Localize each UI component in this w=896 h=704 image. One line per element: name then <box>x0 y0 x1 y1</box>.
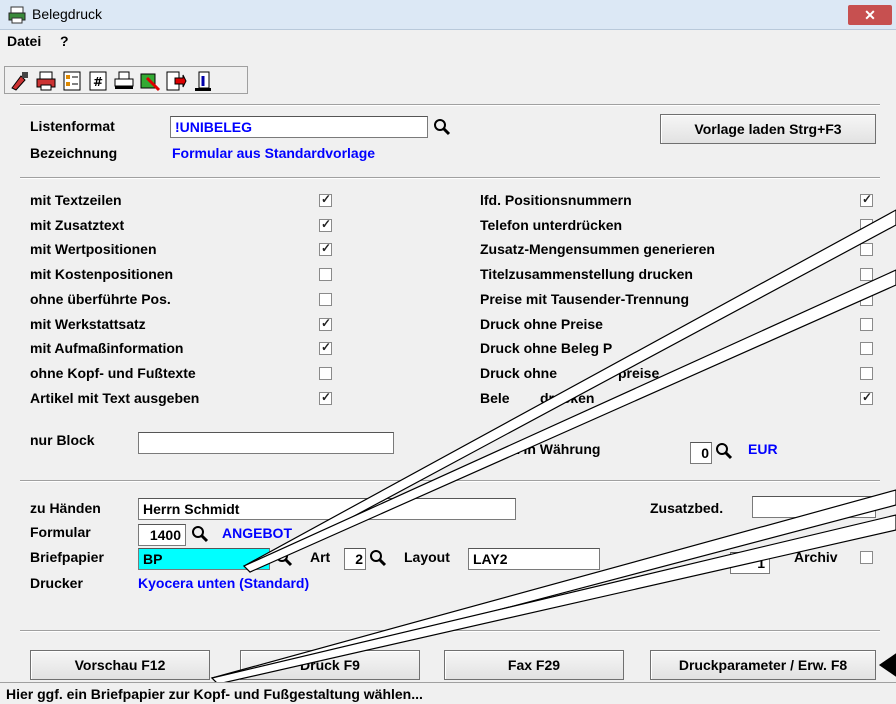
search-icon[interactable] <box>432 117 452 137</box>
right-option-label: Preise mit Tausender-Trennung <box>480 290 690 307</box>
fax-button[interactable]: Fax F29 <box>444 650 624 680</box>
printer-setup-icon[interactable] <box>113 70 135 92</box>
formular-label: Formular <box>30 524 91 540</box>
search-icon[interactable] <box>714 441 734 461</box>
right-option-label: Bele <box>480 389 510 406</box>
right-option-checkbox[interactable] <box>860 366 873 380</box>
export-icon[interactable] <box>165 70 187 92</box>
right-option-label: Druck ohne <box>480 364 558 381</box>
toolbar: # <box>4 66 248 94</box>
left-option-checkbox[interactable] <box>319 366 332 380</box>
right-option-checkbox[interactable] <box>860 192 873 207</box>
menu-help[interactable]: ? <box>60 33 69 49</box>
right-option-label-tail: drucken <box>540 389 595 406</box>
separator <box>20 630 880 632</box>
menu-datei[interactable]: Datei <box>7 33 41 49</box>
status-text: Hier ggf. ein Briefpapier zur Kopf- und … <box>6 686 423 702</box>
right-option-label-tail: preise <box>618 364 660 381</box>
left-option-checkbox[interactable] <box>319 292 332 306</box>
mail-icon[interactable] <box>139 70 161 92</box>
tools-icon[interactable] <box>9 70 31 92</box>
bezeichnung-value: Formular aus Standardvorlage <box>172 145 376 161</box>
separator <box>20 177 880 179</box>
right-option-label: Titelzusammenstellung drucken <box>480 266 693 283</box>
bezeichnung-label: Bezeichnung <box>30 145 118 161</box>
zu-haenden-input[interactable]: Herrn Schmidt <box>138 498 516 520</box>
waehrung-label: ck in Währung <box>504 441 601 457</box>
search-icon[interactable] <box>190 524 210 544</box>
title-bar <box>0 0 896 30</box>
numbering-icon[interactable] <box>61 70 83 92</box>
left-option-label: mit Aufmaßinformation <box>30 340 184 357</box>
right-option-label: Druck ohne Beleg P <box>480 340 613 357</box>
right-option-checkbox[interactable] <box>860 218 873 232</box>
listenformat-input[interactable]: !UNIBELEG <box>170 116 428 138</box>
hash-document-icon[interactable]: # <box>87 70 109 92</box>
search-icon[interactable] <box>274 548 294 568</box>
left-option-checkbox[interactable] <box>319 217 332 232</box>
left-option-label: ohne überführte Pos. <box>30 290 171 307</box>
nur-block-input[interactable] <box>138 432 394 454</box>
archiv-checkbox[interactable] <box>860 551 873 564</box>
art-input[interactable]: 2 <box>344 548 366 570</box>
right-option-label: Zusatz-Mengensummen generieren <box>480 241 715 258</box>
svg-text:#: # <box>93 75 103 89</box>
copies-input[interactable]: 1 <box>730 552 770 574</box>
listenformat-label: Listenformat <box>30 118 115 134</box>
left-option-label: mit Werkstattsatz <box>30 315 146 332</box>
druckparameter-button[interactable]: Druckparameter / Erw. F8 <box>650 650 876 680</box>
left-option-label: mit Zusatztext <box>30 216 125 233</box>
waehrung-input[interactable]: 0 <box>690 442 712 464</box>
formular-desc: ANGEBOT <box>222 525 292 541</box>
right-option-label: lfd. Positionsnummern <box>480 192 632 208</box>
left-option-label: mit Textzeilen <box>30 192 122 208</box>
exit-icon[interactable] <box>191 70 213 92</box>
window-title: Belegdruck <box>32 6 103 22</box>
close-button[interactable]: ✕ <box>848 5 892 25</box>
right-option-checkbox[interactable] <box>860 243 873 257</box>
vorschau-button[interactable]: Vorschau F12 <box>30 650 210 680</box>
separator <box>20 480 880 482</box>
separator <box>20 104 880 106</box>
left-option-checkbox[interactable] <box>319 316 332 331</box>
print-icon[interactable] <box>35 70 57 92</box>
left-option-label: mit Wertpositionen <box>30 241 157 258</box>
vorlage-laden-button[interactable]: Vorlage laden Strg+F3 <box>660 114 876 144</box>
right-option-checkbox[interactable] <box>860 317 873 331</box>
left-option-checkbox[interactable] <box>319 390 332 405</box>
left-option-label: mit Kostenpositionen <box>30 266 174 283</box>
right-option-checkbox[interactable] <box>860 292 873 306</box>
layout-label: Layout <box>404 549 450 565</box>
right-option-checkbox[interactable] <box>860 390 873 405</box>
zusatzbed-input[interactable] <box>752 496 876 518</box>
drucker-value: Kyocera unten (Standard) <box>138 575 310 591</box>
right-option-label: Telefon unterdrücken <box>480 216 623 233</box>
archiv-label: Archiv <box>794 549 838 565</box>
art-label: Art <box>310 549 331 565</box>
right-option-checkbox[interactable] <box>860 342 873 356</box>
search-icon[interactable] <box>368 548 388 568</box>
left-option-checkbox[interactable] <box>319 340 332 356</box>
zu-haenden-label: zu Händen <box>30 500 101 516</box>
druck-button[interactable]: Druck F9 <box>240 650 420 680</box>
left-option-checkbox[interactable] <box>319 192 332 207</box>
left-option-checkbox[interactable] <box>319 241 332 257</box>
zusatzbed-label: Zusatzbed. <box>650 500 724 516</box>
nur-block-label: nur Block <box>30 432 95 448</box>
briefpapier-label: Briefpapier <box>30 549 104 565</box>
left-option-checkbox[interactable] <box>319 268 332 282</box>
waehrung-currency: EUR <box>748 441 778 457</box>
drucker-label: Drucker <box>30 575 83 591</box>
formular-input[interactable]: 1400 <box>138 524 186 546</box>
left-option-label: Artikel mit Text ausgeben <box>30 389 200 406</box>
layout-input[interactable]: LAY2 <box>468 548 600 570</box>
left-option-label: ohne Kopf- und Fußtexte <box>30 364 196 381</box>
printer-app-icon <box>8 6 26 24</box>
briefpapier-input[interactable]: BP <box>138 548 270 570</box>
right-option-label: Druck ohne Preise <box>480 315 603 332</box>
right-option-checkbox[interactable] <box>860 268 873 282</box>
